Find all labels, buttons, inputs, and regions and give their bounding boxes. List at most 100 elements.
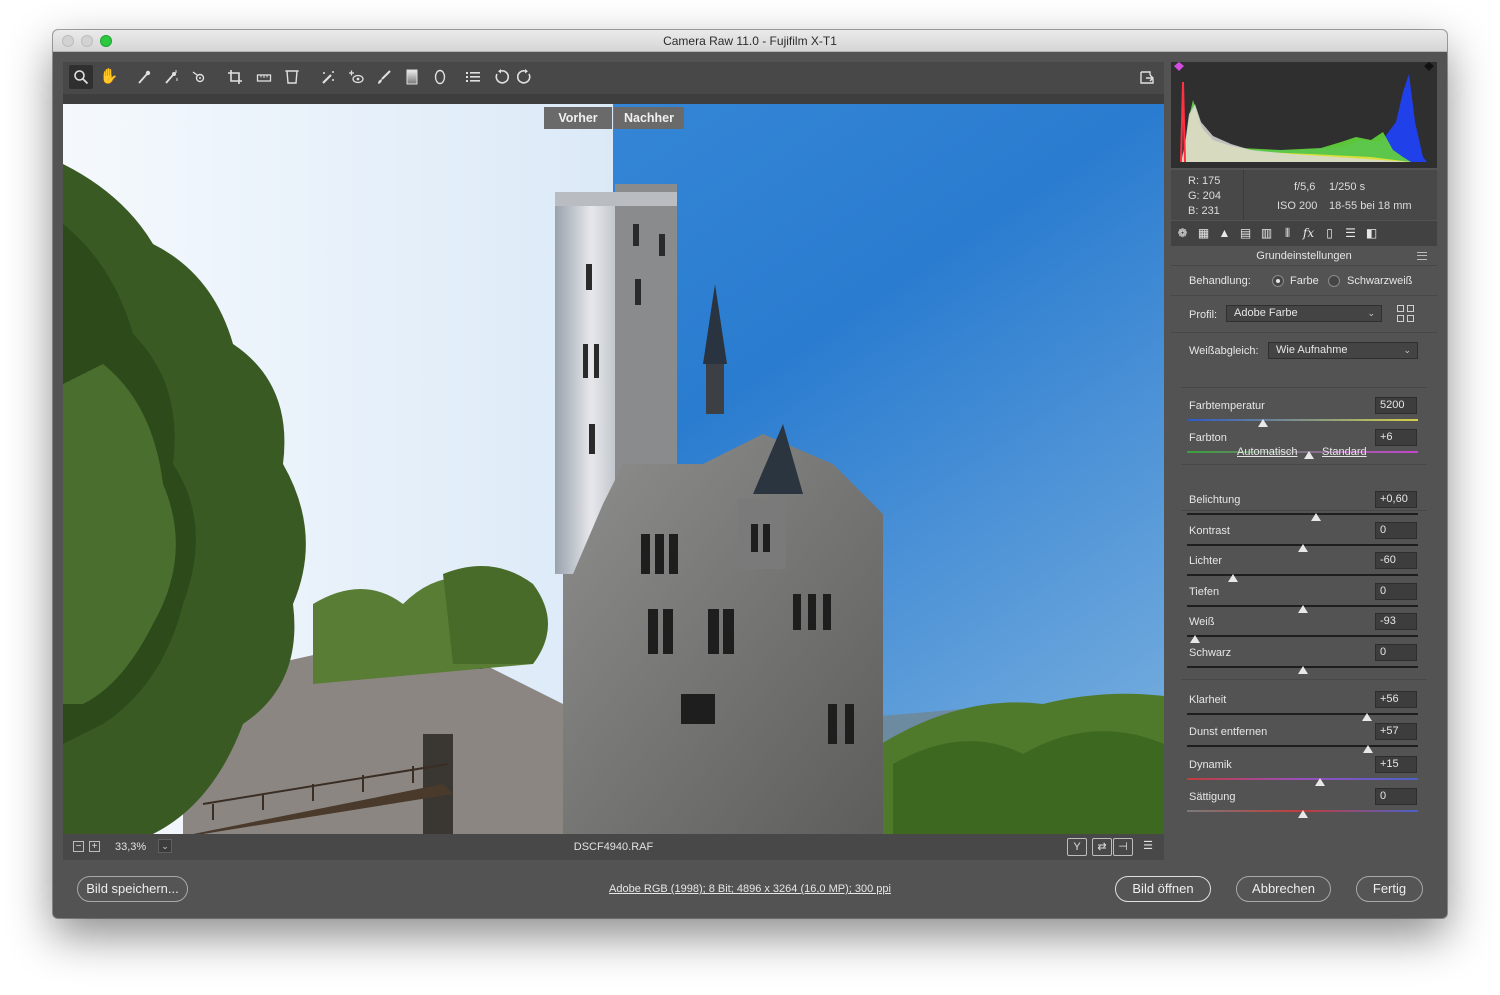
default-link[interactable]: Standard bbox=[1322, 446, 1367, 458]
profile-value: Adobe Farbe bbox=[1234, 307, 1298, 319]
slider-thumb[interactable] bbox=[1362, 713, 1373, 721]
adjustment-brush-icon[interactable] bbox=[372, 65, 396, 89]
slider-thumb[interactable] bbox=[1228, 574, 1239, 582]
iso-value: ISO 200 bbox=[1277, 200, 1318, 212]
auto-link[interactable]: Automatisch bbox=[1237, 446, 1298, 458]
slider-value-input[interactable]: -93 bbox=[1375, 613, 1417, 630]
slider-value-input[interactable]: +56 bbox=[1375, 691, 1417, 708]
swap-settings-button[interactable]: ⇄ bbox=[1092, 838, 1112, 856]
targeted-adjustment-icon[interactable] bbox=[187, 65, 211, 89]
preferences-icon[interactable] bbox=[461, 65, 485, 89]
view-toggle-y-button[interactable]: Y bbox=[1067, 838, 1087, 856]
presets-icon[interactable]: ☰ bbox=[1342, 225, 1359, 242]
slider-track[interactable] bbox=[1187, 713, 1418, 715]
open-image-button[interactable]: Bild öffnen bbox=[1115, 876, 1211, 902]
readout-divider bbox=[1243, 170, 1244, 220]
grid-cell bbox=[1407, 315, 1414, 322]
rotate-left-icon[interactable] bbox=[489, 65, 513, 89]
divider bbox=[1181, 679, 1427, 680]
slider-label: Kontrast bbox=[1189, 525, 1230, 537]
adjustments-panel: R: 175 G: 204 B: 231 f/5,6 1/250 s ISO 2… bbox=[1171, 62, 1437, 860]
after-label[interactable]: Nachher bbox=[614, 107, 684, 129]
split-toning-icon[interactable]: ▥ bbox=[1258, 225, 1275, 242]
spot-removal-icon[interactable] bbox=[316, 65, 340, 89]
photo-preview[interactable]: Vorher Nachher bbox=[63, 104, 1164, 834]
view-settings-button[interactable]: ☰ bbox=[1138, 838, 1158, 856]
slider-thumb[interactable] bbox=[1311, 513, 1322, 521]
calibration-icon[interactable]: ▯ bbox=[1321, 225, 1338, 242]
divider bbox=[1181, 387, 1427, 388]
slider-value-input[interactable]: +0,60 bbox=[1375, 491, 1417, 508]
cancel-button[interactable]: Abbrechen bbox=[1236, 876, 1331, 902]
profile-label: Profil: bbox=[1189, 309, 1218, 321]
slider-track[interactable] bbox=[1187, 778, 1418, 780]
profile-browser-icon[interactable] bbox=[1397, 305, 1415, 323]
wb-select[interactable]: Wie Aufnahme ⌄ bbox=[1268, 342, 1418, 359]
basic-icon[interactable]: ❁ bbox=[1174, 225, 1191, 242]
slider-label: Lichter bbox=[1189, 555, 1223, 567]
effects-icon[interactable]: fx bbox=[1300, 225, 1317, 242]
hsl-icon[interactable]: ▤ bbox=[1237, 225, 1254, 242]
treatment-color-radio[interactable] bbox=[1272, 275, 1284, 287]
transform-icon[interactable] bbox=[280, 65, 304, 89]
slider-track[interactable] bbox=[1187, 635, 1418, 637]
slider-label: Tiefen bbox=[1189, 586, 1220, 598]
slider-track[interactable] bbox=[1187, 451, 1418, 453]
slider-label: Belichtung bbox=[1189, 494, 1241, 506]
slider-value-input[interactable]: 0 bbox=[1375, 583, 1417, 600]
slider-thumb[interactable] bbox=[1190, 635, 1201, 643]
radial-filter-icon[interactable] bbox=[428, 65, 452, 89]
done-button[interactable]: Fertig bbox=[1356, 876, 1423, 902]
fullscreen-icon[interactable] bbox=[1135, 65, 1159, 89]
slider-track[interactable] bbox=[1187, 513, 1418, 515]
slider-track[interactable] bbox=[1187, 574, 1418, 576]
white-balance-icon[interactable] bbox=[132, 65, 156, 89]
slider-thumb[interactable] bbox=[1363, 745, 1374, 753]
slider-thumb[interactable] bbox=[1297, 544, 1308, 552]
before-label[interactable]: Vorher bbox=[544, 107, 612, 129]
crop-icon[interactable] bbox=[223, 65, 247, 89]
histogram bbox=[1171, 62, 1437, 168]
slider-value-input[interactable]: +15 bbox=[1375, 756, 1417, 773]
slider-label: Weiß bbox=[1189, 616, 1215, 628]
slider-value-input[interactable]: +6 bbox=[1375, 429, 1417, 446]
graduated-filter-icon[interactable] bbox=[400, 65, 424, 89]
slider-value-input[interactable]: 0 bbox=[1375, 522, 1417, 539]
slider-thumb[interactable] bbox=[1297, 605, 1308, 613]
slider-thumb[interactable] bbox=[1297, 666, 1308, 674]
slider-label: Dynamik bbox=[1189, 759, 1232, 771]
pixel-readout: R: 175 G: 204 B: 231 f/5,6 1/250 s ISO 2… bbox=[1171, 170, 1437, 220]
slider-label: Klarheit bbox=[1189, 694, 1227, 706]
slider-value-input[interactable]: 5200 bbox=[1375, 397, 1417, 414]
panel-menu-icon[interactable] bbox=[1417, 252, 1427, 260]
slider-value-input[interactable]: +57 bbox=[1375, 723, 1417, 740]
hand-icon[interactable]: ✋ bbox=[97, 65, 121, 89]
straighten-icon[interactable] bbox=[252, 65, 276, 89]
profile-select[interactable]: Adobe Farbe ⌄ bbox=[1226, 305, 1382, 322]
wb-value: Wie Aufnahme bbox=[1276, 344, 1348, 356]
color-sampler-icon[interactable] bbox=[159, 65, 183, 89]
chevron-down-icon: ⌄ bbox=[1403, 345, 1411, 355]
detail-icon[interactable]: ▲ bbox=[1216, 225, 1233, 242]
slider-value-input[interactable]: -60 bbox=[1375, 552, 1417, 569]
preview-area[interactable]: Vorher Nachher bbox=[63, 94, 1164, 834]
zoom-icon[interactable] bbox=[69, 65, 93, 89]
copy-settings-button[interactable]: ⊣ bbox=[1113, 838, 1133, 856]
snapshots-icon[interactable]: ◧ bbox=[1363, 225, 1380, 242]
red-eye-icon[interactable] bbox=[344, 65, 368, 89]
shutter-value: 1/250 s bbox=[1329, 181, 1366, 193]
tool-bar: ✋ bbox=[63, 62, 1164, 94]
slider-track[interactable] bbox=[1187, 419, 1418, 421]
slider-track[interactable] bbox=[1187, 745, 1418, 747]
slider-thumb[interactable] bbox=[1297, 810, 1308, 818]
bottom-bar: Bild speichern... Adobe RGB (1998); 8 Bi… bbox=[53, 860, 1447, 918]
slider-value-input[interactable]: 0 bbox=[1375, 644, 1417, 661]
slider-thumb[interactable] bbox=[1314, 778, 1325, 786]
slider-thumb[interactable] bbox=[1258, 419, 1269, 427]
rotate-right-icon[interactable] bbox=[513, 65, 537, 89]
slider-value-input[interactable]: 0 bbox=[1375, 788, 1417, 805]
slider-thumb[interactable] bbox=[1304, 451, 1315, 459]
lens-icon[interactable]: ⦀ bbox=[1279, 225, 1296, 242]
treatment-bw-radio[interactable] bbox=[1328, 275, 1340, 287]
tone-curve-icon[interactable]: ▦ bbox=[1195, 225, 1212, 242]
